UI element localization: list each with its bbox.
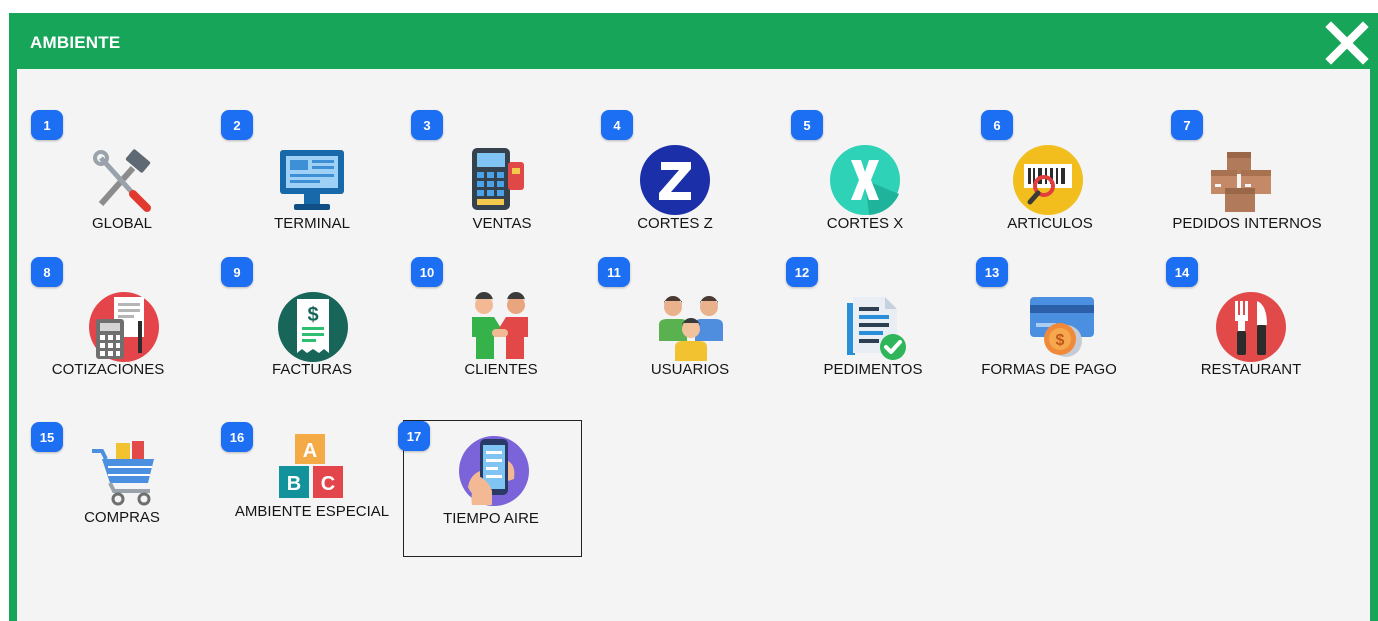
tile-label: USUARIOS <box>650 361 730 378</box>
tile-label: RESTAURANT <box>1200 361 1302 378</box>
handshake-icon <box>464 291 536 363</box>
tile-label: CORTES Z <box>637 215 713 232</box>
tile-ambiente-especial[interactable]: 16 A B C AMBIENTE ESPECIAL <box>212 421 422 561</box>
tile-terminal[interactable]: 2 TERMINAL <box>212 104 422 244</box>
tools-icon <box>87 144 159 216</box>
tile-articulos[interactable]: 6 ARTICULOS <box>972 104 1182 244</box>
tile-facturas[interactable]: 9 $ FACTURAS <box>212 251 422 391</box>
close-icon[interactable] <box>1325 21 1369 65</box>
tile-label: PEDIDOS INTERNOS <box>1172 215 1322 232</box>
tile-tiempo-aire[interactable]: 17 TIEMPO AIRE <box>398 420 582 557</box>
tile-global[interactable]: 1 GLOBAL <box>22 104 232 244</box>
tile-label: GLOBAL <box>91 215 153 232</box>
tile-label: ARTICULOS <box>1007 215 1093 232</box>
svg-text:C: C <box>321 473 335 495</box>
svg-text:$: $ <box>307 304 318 326</box>
svg-text:B: B <box>287 473 301 495</box>
tile-number-badge: 6 <box>981 110 1013 140</box>
tile-number-badge: 10 <box>411 257 443 287</box>
window-title: AMBIENTE <box>30 33 121 52</box>
tile-number-badge: 16 <box>221 422 253 452</box>
tile-usuarios[interactable]: 11 USUARIOS <box>589 251 799 391</box>
card-terminal-icon <box>460 144 532 216</box>
tile-compras[interactable]: 15 COMPRAS <box>22 421 232 561</box>
tile-label: AMBIENTE ESPECIAL <box>234 503 390 520</box>
tile-number-badge: 8 <box>31 257 63 287</box>
users-icon <box>655 291 727 363</box>
title-bar: AMBIENTE <box>9 13 1378 69</box>
tile-formas-de-pago[interactable]: 13 $ FORMAS DE PAGO <box>967 251 1177 391</box>
abc-blocks-icon: A B C <box>277 430 349 502</box>
tile-number-badge: 17 <box>398 421 430 451</box>
receipt-icon: $ <box>277 291 349 363</box>
tile-number-badge: 2 <box>221 110 253 140</box>
tile-label: VENTAS <box>472 215 532 232</box>
tile-label: CLIENTES <box>464 361 538 378</box>
tile-number-badge: 4 <box>601 110 633 140</box>
tile-number-badge: 9 <box>221 257 253 287</box>
monitor-icon <box>276 144 348 216</box>
options-panel: 1 GLOBAL 2 TERMINAL 3 VENTAS 4 CORTES Z … <box>17 69 1370 621</box>
svg-text:$: $ <box>1056 332 1065 349</box>
x-circle-icon <box>829 144 901 216</box>
tile-number-badge: 12 <box>786 257 818 287</box>
tile-label: TIEMPO AIRE <box>443 510 539 527</box>
tile-number-badge: 7 <box>1171 110 1203 140</box>
tile-number-badge: 5 <box>791 110 823 140</box>
phone-in-hand-icon <box>458 435 530 507</box>
tile-number-badge: 3 <box>411 110 443 140</box>
tile-label: FACTURAS <box>271 361 352 378</box>
tile-number-badge: 14 <box>1166 257 1198 287</box>
tile-number-badge: 1 <box>31 110 63 140</box>
tile-label: COMPRAS <box>84 509 160 526</box>
tile-label: FORMAS DE PAGO <box>981 361 1117 378</box>
tile-number-badge: 11 <box>598 257 630 287</box>
z-circle-icon <box>639 144 711 216</box>
boxes-icon <box>1205 144 1277 216</box>
svg-text:A: A <box>303 440 317 462</box>
tile-number-badge: 13 <box>976 257 1008 287</box>
tile-number-badge: 15 <box>31 422 63 452</box>
tile-pedidos-internos[interactable]: 7 PEDIDOS INTERNOS <box>1162 104 1372 244</box>
tile-label: PEDIMENTOS <box>823 361 923 378</box>
tile-restaurant[interactable]: 14 RESTAURANT <box>1157 251 1367 391</box>
tile-clientes[interactable]: 10 CLIENTES <box>402 251 612 391</box>
tile-label: CORTES X <box>826 215 904 232</box>
tile-label: COTIZACIONES <box>51 361 165 378</box>
cutlery-icon <box>1215 291 1287 363</box>
calculator-document-icon <box>88 291 160 363</box>
tile-label: TERMINAL <box>274 215 350 232</box>
card-coin-icon: $ <box>1026 291 1098 363</box>
shopping-cart-icon <box>88 441 160 513</box>
ambiente-window: AMBIENTE 1 GLOBAL 2 TERMINAL 3 VENTAS 4 … <box>9 13 1378 621</box>
document-check-icon <box>839 291 911 363</box>
tile-cotizaciones[interactable]: 8 COTIZACIONES <box>22 251 232 391</box>
barcode-search-icon <box>1012 144 1084 216</box>
